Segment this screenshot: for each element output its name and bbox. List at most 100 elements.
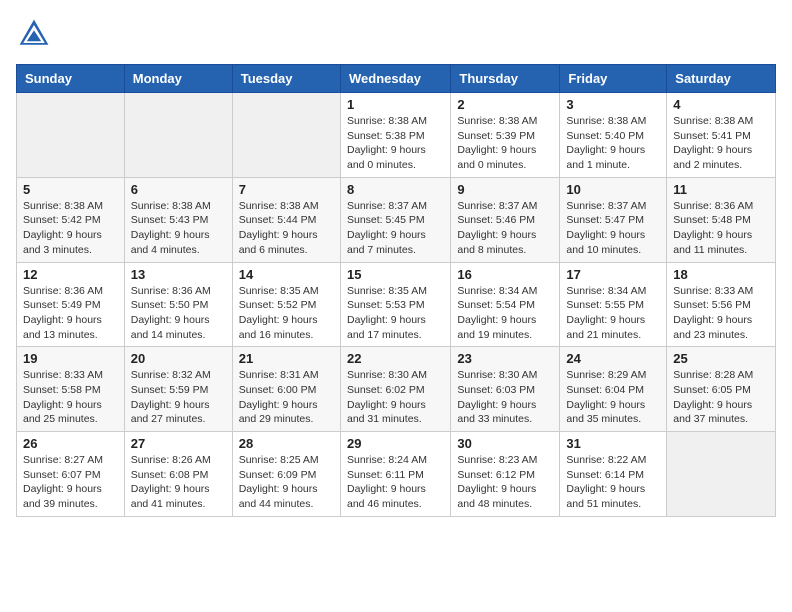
calendar-cell: 2Sunrise: 8:38 AMSunset: 5:39 PMDaylight… xyxy=(451,93,560,178)
day-info: Sunrise: 8:35 AMSunset: 5:52 PMDaylight:… xyxy=(239,284,334,343)
calendar-cell: 28 Sunrise: 8:25 AMSunset: 6:09 PMDayligh… xyxy=(232,432,340,517)
day-info: Sunrise: 8:38 AMSunset: 5:44 PMDaylight:… xyxy=(239,199,334,258)
calendar-cell: 14 Sunrise: 8:35 AMSunset: 5:52 PMDayligh… xyxy=(232,262,340,347)
calendar-cell: 27 Sunrise: 8:26 AMSunset: 6:08 PMDayligh… xyxy=(124,432,232,517)
weekday-header: Friday xyxy=(560,65,667,93)
day-info: Sunrise: 8:25 AMSunset: 6:09 PMDaylight:… xyxy=(239,453,334,512)
weekday-header: Tuesday xyxy=(232,65,340,93)
calendar-table: SundayMondayTuesdayWednesdayThursdayFrid… xyxy=(16,64,776,517)
calendar-cell: 13Sunrise: 8:36 AMSunset: 5:50 PMDayligh… xyxy=(124,262,232,347)
day-number: 30 xyxy=(457,436,553,451)
day-info: Sunrise: 8:38 AMSunset: 5:43 PMDaylight:… xyxy=(131,199,226,258)
day-info: Sunrise: 8:35 AMSunset: 5:53 PMDaylight:… xyxy=(347,284,444,343)
day-number: 12 xyxy=(23,267,118,282)
day-number: 24 xyxy=(566,351,660,366)
day-number: 20 xyxy=(131,351,226,366)
day-number: 17 xyxy=(566,267,660,282)
day-number: 21 xyxy=(239,351,334,366)
calendar-cell xyxy=(17,93,125,178)
calendar-cell: 7 Sunrise: 8:38 AMSunset: 5:44 PMDaylight… xyxy=(232,177,340,262)
calendar-cell: 5Sunrise: 8:38 AMSunset: 5:42 PMDaylight… xyxy=(17,177,125,262)
day-number: 5 xyxy=(23,182,118,197)
day-info: Sunrise: 8:37 AMSunset: 5:47 PMDaylight:… xyxy=(566,199,660,258)
day-info: Sunrise: 8:23 AMSunset: 6:12 PMDaylight:… xyxy=(457,453,553,512)
calendar-cell: 23Sunrise: 8:30 AMSunset: 6:03 PMDayligh… xyxy=(451,347,560,432)
weekday-header: Sunday xyxy=(17,65,125,93)
day-number: 19 xyxy=(23,351,118,366)
day-number: 26 xyxy=(23,436,118,451)
day-number: 10 xyxy=(566,182,660,197)
day-info: Sunrise: 8:33 AMSunset: 5:58 PMDaylight:… xyxy=(23,368,118,427)
page-header xyxy=(16,16,776,52)
day-info: Sunrise: 8:34 AMSunset: 5:54 PMDaylight:… xyxy=(457,284,553,343)
calendar-cell: 26 Sunrise: 8:27 AMSunset: 6:07 PMDayligh… xyxy=(17,432,125,517)
calendar-cell: 3Sunrise: 8:38 AMSunset: 5:40 PMDaylight… xyxy=(560,93,667,178)
weekday-header: Saturday xyxy=(667,65,776,93)
calendar-cell: 29 Sunrise: 8:24 AMSunset: 6:11 PMDayligh… xyxy=(340,432,450,517)
calendar-cell: 6 Sunrise: 8:38 AMSunset: 5:43 PMDaylight… xyxy=(124,177,232,262)
day-number: 16 xyxy=(457,267,553,282)
calendar-cell: 17 Sunrise: 8:34 AMSunset: 5:55 PMDayligh… xyxy=(560,262,667,347)
calendar-cell xyxy=(232,93,340,178)
day-info: Sunrise: 8:38 AMSunset: 5:41 PMDaylight:… xyxy=(673,114,769,173)
weekday-header: Wednesday xyxy=(340,65,450,93)
day-number: 6 xyxy=(131,182,226,197)
calendar-cell xyxy=(667,432,776,517)
calendar-week-row: 26 Sunrise: 8:27 AMSunset: 6:07 PMDayligh… xyxy=(17,432,776,517)
day-info: Sunrise: 8:34 AMSunset: 5:55 PMDaylight:… xyxy=(566,284,660,343)
day-number: 25 xyxy=(673,351,769,366)
calendar-week-row: 12 Sunrise: 8:36 AMSunset: 5:49 PMDayligh… xyxy=(17,262,776,347)
logo xyxy=(16,16,58,52)
day-info: Sunrise: 8:36 AMSunset: 5:49 PMDaylight:… xyxy=(23,284,118,343)
weekday-header: Thursday xyxy=(451,65,560,93)
day-info: Sunrise: 8:36 AMSunset: 5:50 PMDaylight:… xyxy=(131,284,226,343)
calendar-cell: 24Sunrise: 8:29 AMSunset: 6:04 PMDayligh… xyxy=(560,347,667,432)
calendar-cell: 8Sunrise: 8:37 AMSunset: 5:45 PMDaylight… xyxy=(340,177,450,262)
calendar-cell: 15Sunrise: 8:35 AMSunset: 5:53 PMDayligh… xyxy=(340,262,450,347)
day-number: 29 xyxy=(347,436,444,451)
day-number: 3 xyxy=(566,97,660,112)
calendar-cell: 9 Sunrise: 8:37 AMSunset: 5:46 PMDaylight… xyxy=(451,177,560,262)
calendar-cell: 30 Sunrise: 8:23 AMSunset: 6:12 PMDayligh… xyxy=(451,432,560,517)
calendar-cell: 11Sunrise: 8:36 AMSunset: 5:48 PMDayligh… xyxy=(667,177,776,262)
day-info: Sunrise: 8:28 AMSunset: 6:05 PMDaylight:… xyxy=(673,368,769,427)
logo-icon xyxy=(16,16,52,52)
calendar-cell xyxy=(124,93,232,178)
day-number: 22 xyxy=(347,351,444,366)
calendar-cell: 4 Sunrise: 8:38 AMSunset: 5:41 PMDaylight… xyxy=(667,93,776,178)
day-info: Sunrise: 8:38 AMSunset: 5:38 PMDaylight:… xyxy=(347,114,444,173)
day-number: 4 xyxy=(673,97,769,112)
weekday-header: Monday xyxy=(124,65,232,93)
day-info: Sunrise: 8:32 AMSunset: 5:59 PMDaylight:… xyxy=(131,368,226,427)
day-info: Sunrise: 8:37 AMSunset: 5:46 PMDaylight:… xyxy=(457,199,553,258)
calendar-week-row: 5Sunrise: 8:38 AMSunset: 5:42 PMDaylight… xyxy=(17,177,776,262)
day-info: Sunrise: 8:27 AMSunset: 6:07 PMDaylight:… xyxy=(23,453,118,512)
day-number: 1 xyxy=(347,97,444,112)
calendar-cell: 21 Sunrise: 8:31 AMSunset: 6:00 PMDayligh… xyxy=(232,347,340,432)
calendar-week-row: 1 Sunrise: 8:38 AMSunset: 5:38 PMDaylight… xyxy=(17,93,776,178)
day-info: Sunrise: 8:26 AMSunset: 6:08 PMDaylight:… xyxy=(131,453,226,512)
day-info: Sunrise: 8:33 AMSunset: 5:56 PMDaylight:… xyxy=(673,284,769,343)
calendar-cell: 16 Sunrise: 8:34 AMSunset: 5:54 PMDayligh… xyxy=(451,262,560,347)
calendar-cell: 31Sunrise: 8:22 AMSunset: 6:14 PMDayligh… xyxy=(560,432,667,517)
day-info: Sunrise: 8:24 AMSunset: 6:11 PMDaylight:… xyxy=(347,453,444,512)
day-number: 18 xyxy=(673,267,769,282)
day-number: 8 xyxy=(347,182,444,197)
calendar-header-row: SundayMondayTuesdayWednesdayThursdayFrid… xyxy=(17,65,776,93)
calendar-cell: 25 Sunrise: 8:28 AMSunset: 6:05 PMDayligh… xyxy=(667,347,776,432)
day-info: Sunrise: 8:38 AMSunset: 5:39 PMDaylight:… xyxy=(457,114,553,173)
calendar-cell: 12 Sunrise: 8:36 AMSunset: 5:49 PMDayligh… xyxy=(17,262,125,347)
calendar-cell: 18 Sunrise: 8:33 AMSunset: 5:56 PMDayligh… xyxy=(667,262,776,347)
day-number: 14 xyxy=(239,267,334,282)
day-number: 7 xyxy=(239,182,334,197)
calendar-cell: 10 Sunrise: 8:37 AMSunset: 5:47 PMDayligh… xyxy=(560,177,667,262)
day-info: Sunrise: 8:31 AMSunset: 6:00 PMDaylight:… xyxy=(239,368,334,427)
day-number: 28 xyxy=(239,436,334,451)
calendar-cell: 1 Sunrise: 8:38 AMSunset: 5:38 PMDaylight… xyxy=(340,93,450,178)
calendar-cell: 20 Sunrise: 8:32 AMSunset: 5:59 PMDayligh… xyxy=(124,347,232,432)
day-number: 9 xyxy=(457,182,553,197)
calendar-cell: 22Sunrise: 8:30 AMSunset: 6:02 PMDayligh… xyxy=(340,347,450,432)
day-info: Sunrise: 8:22 AMSunset: 6:14 PMDaylight:… xyxy=(566,453,660,512)
day-info: Sunrise: 8:36 AMSunset: 5:48 PMDaylight:… xyxy=(673,199,769,258)
day-number: 27 xyxy=(131,436,226,451)
